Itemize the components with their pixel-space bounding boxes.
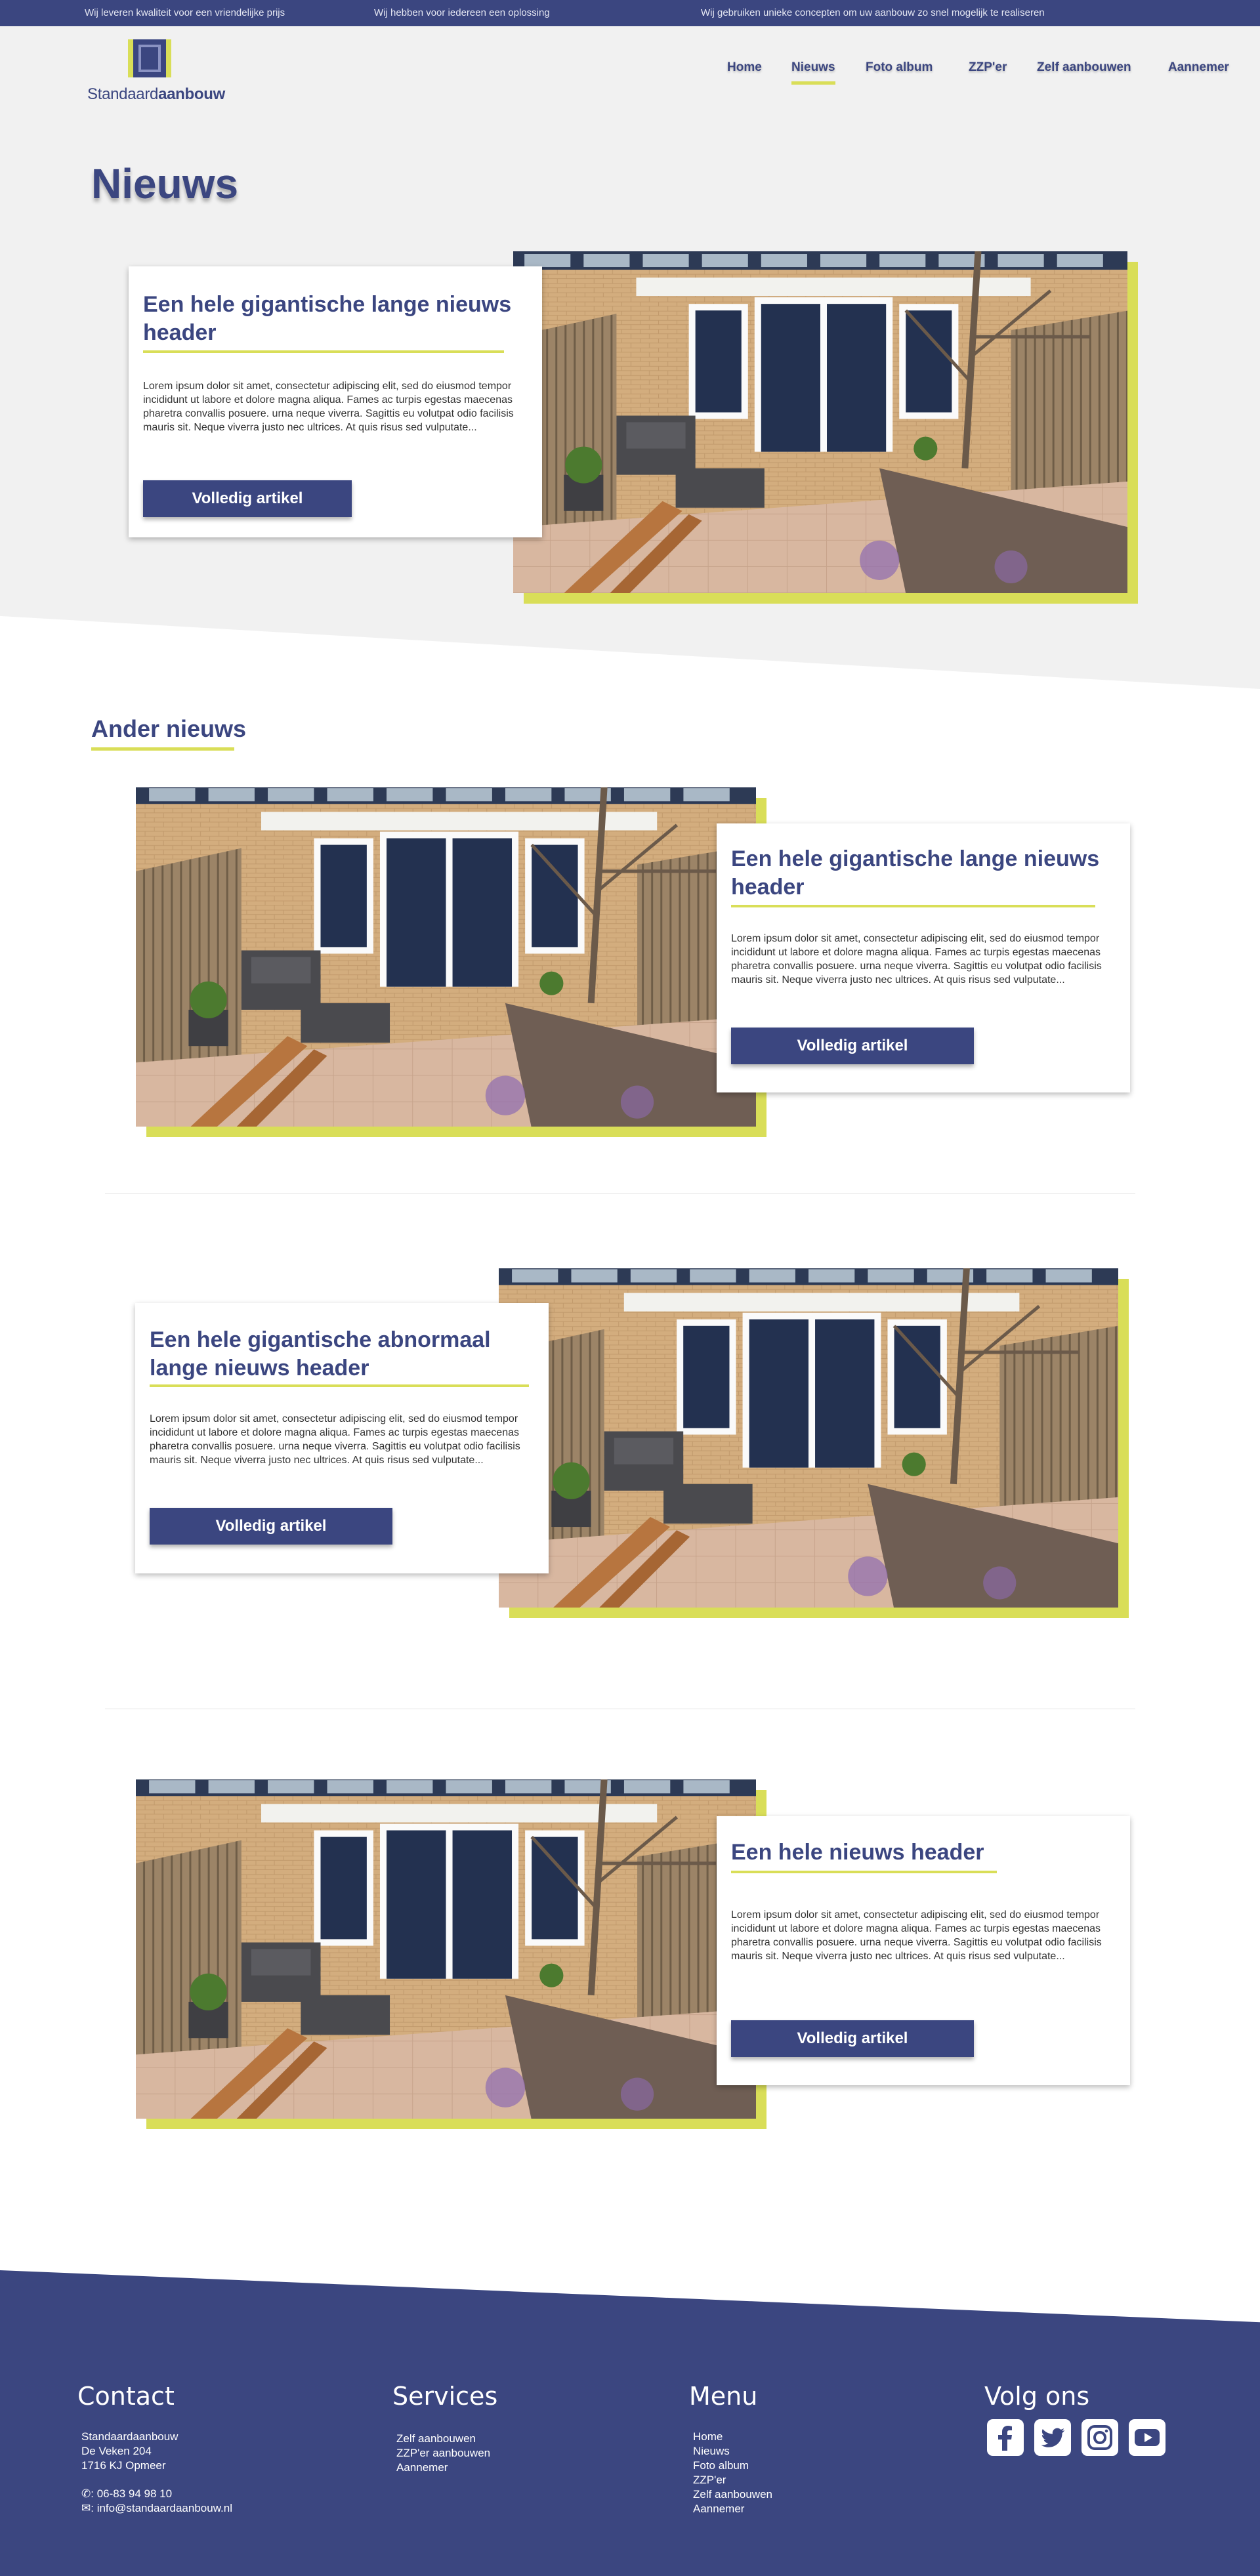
nav-zelf-aanbouwen[interactable]: Zelf aanbouwen — [1037, 60, 1131, 75]
menu-link[interactable]: ZZP'er — [693, 2473, 726, 2487]
article-excerpt: Lorem ipsum dolor sit amet, consectetur … — [731, 933, 1102, 986]
contact-phone[interactable]: ✆: 06-83 94 98 10 — [81, 2487, 172, 2501]
nav-zzper[interactable]: ZZP'er — [969, 60, 1007, 75]
article-excerpt: Lorem ipsum dolor sit amet, consectetur … — [143, 381, 514, 433]
nav-foto-album[interactable]: Foto album — [866, 60, 933, 75]
other-news-title: Ander nieuws — [91, 715, 247, 742]
patio-photo — [136, 1779, 756, 2119]
menu-link[interactable]: Foto album — [693, 2459, 749, 2473]
footer-services-title: Services — [392, 2382, 498, 2411]
envelope-icon: ✉ — [81, 2502, 91, 2514]
article-image[interactable] — [136, 1779, 756, 2119]
services-link[interactable]: Aannemer — [396, 2461, 448, 2475]
footer-social-title: Volg ons — [984, 2382, 1090, 2411]
article-excerpt: Lorem ipsum dolor sit amet, consectetur … — [150, 1413, 520, 1466]
article-card: Een hele gigantische lange nieuws header… — [717, 823, 1130, 1092]
contact-email[interactable]: ✉: info@standaardaanbouw.nl — [81, 2501, 232, 2516]
featured-article-image[interactable] — [513, 251, 1127, 593]
read-article-button[interactable]: Volledig artikel — [150, 1508, 392, 1545]
brand-logo[interactable]: Standaardaanbouw — [87, 38, 225, 106]
menu-link[interactable]: Zelf aanbouwen — [693, 2487, 772, 2502]
services-link[interactable]: ZZP'er aanbouwen — [396, 2446, 490, 2461]
patio-photo — [513, 251, 1127, 593]
footer — [0, 2270, 1260, 2576]
phone-icon: ✆ — [81, 2487, 91, 2500]
contact-street: De Veken 204 — [81, 2445, 152, 2457]
menu-link[interactable]: Aannemer — [693, 2502, 744, 2516]
services-link[interactable]: Zelf aanbouwen — [396, 2432, 476, 2446]
nav-home[interactable]: Home — [727, 60, 762, 75]
article-title: Een hele nieuws header — [731, 1840, 984, 1865]
article-image[interactable] — [499, 1268, 1118, 1608]
youtube-icon[interactable] — [1129, 2419, 1166, 2456]
read-article-button[interactable]: Volledig artikel — [731, 2020, 974, 2057]
contact-city: 1716 KJ Opmeer — [81, 2459, 166, 2472]
menu-link[interactable]: Home — [693, 2430, 723, 2444]
read-article-button[interactable]: Volledig artikel — [143, 480, 352, 517]
article-title: Een hele gigantische abnormaal lange nie… — [150, 1327, 491, 1381]
title-underline — [731, 1871, 997, 1873]
instagram-icon[interactable] — [1082, 2419, 1118, 2456]
read-article-button[interactable]: Volledig artikel — [731, 1028, 974, 1064]
footer-contact-title: Contact — [77, 2382, 175, 2411]
page-title: Nieuws — [91, 160, 239, 207]
contact-company: Standaardaanbouw — [81, 2430, 178, 2443]
article-image[interactable] — [136, 787, 756, 1127]
top-info-bar: Wij leveren kwaliteit voor een vriendeli… — [0, 0, 1260, 26]
article-excerpt: Lorem ipsum dolor sit amet, consectetur … — [731, 1909, 1102, 1962]
topbar-message: Wij hebben voor iedereen een oplossing — [374, 7, 550, 18]
topbar-message: Wij leveren kwaliteit voor een vriendeli… — [85, 7, 285, 18]
logo-mark-icon — [128, 39, 171, 77]
title-underline — [150, 1384, 529, 1387]
nav-nieuws[interactable]: Nieuws — [791, 60, 835, 85]
title-underline — [731, 905, 1095, 907]
article-separator — [105, 1193, 1135, 1194]
patio-photo — [499, 1268, 1118, 1608]
article-card: Een hele gigantische abnormaal lange nie… — [135, 1303, 549, 1573]
section-title-underline — [91, 747, 234, 751]
patio-photo — [136, 787, 756, 1127]
article-title: Een hele gigantische lange nieuws header — [731, 846, 1100, 900]
logo-text: Standaardaanbouw — [87, 85, 225, 103]
article-card: Een hele nieuws header Lorem ipsum dolor… — [717, 1816, 1130, 2085]
footer-menu-title: Menu — [689, 2382, 758, 2411]
twitter-icon[interactable] — [1034, 2419, 1071, 2456]
title-underline — [143, 350, 504, 353]
featured-article-card: Een hele gigantische lange nieuws header… — [129, 266, 542, 537]
nav-aannemer[interactable]: Aannemer — [1168, 60, 1229, 75]
article-title: Een hele gigantische lange nieuws header — [143, 292, 512, 345]
facebook-icon[interactable] — [987, 2419, 1024, 2456]
menu-link[interactable]: Nieuws — [693, 2444, 730, 2459]
topbar-message: Wij gebruiken unieke concepten om uw aan… — [701, 7, 1045, 18]
